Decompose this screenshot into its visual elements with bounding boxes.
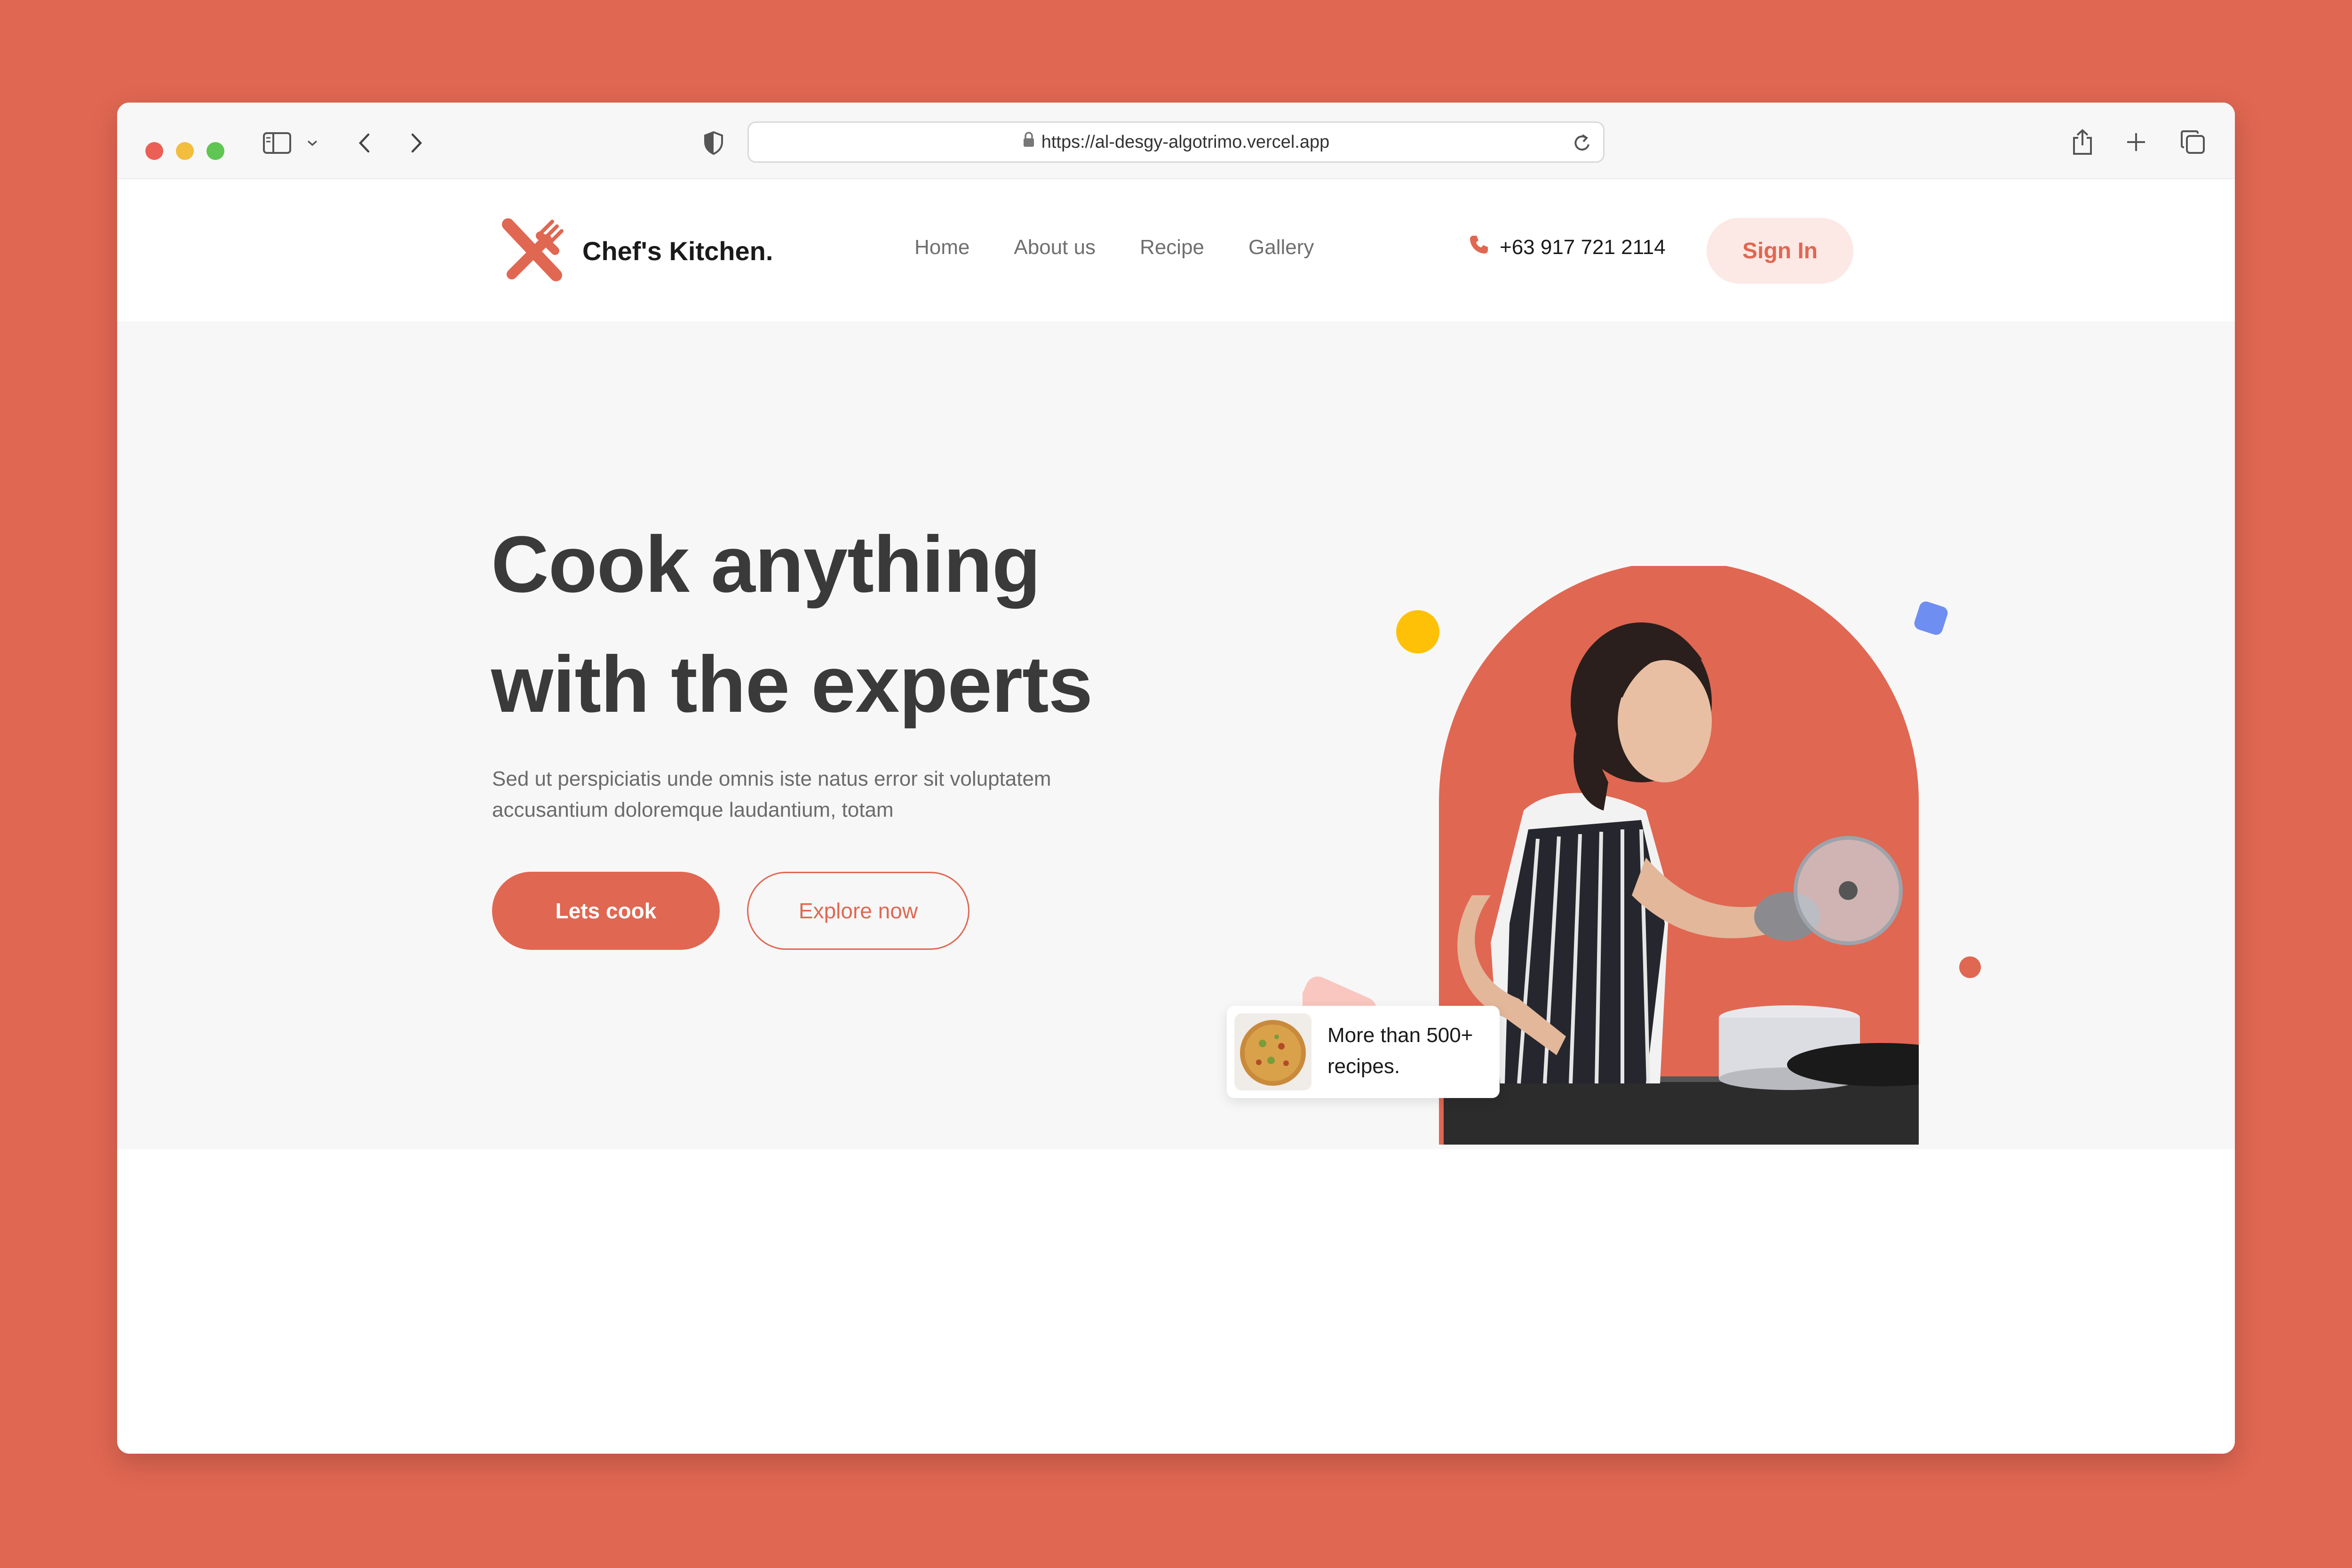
forward-icon[interactable] (405, 124, 429, 162)
sign-in-button[interactable]: Sign In (1707, 218, 1853, 284)
browser-toolbar: https://al-desgy-algotrimo.vercel.app (117, 103, 2235, 179)
main-nav: Home About us Recipe Gallery (914, 236, 1314, 259)
address-bar[interactable]: https://al-desgy-algotrimo.vercel.app (747, 121, 1605, 163)
hero-description: Sed ut perspiciatis unde omnis iste natu… (492, 764, 1160, 826)
hero-title: Cook anything with the experts (491, 505, 1197, 745)
url-text: https://al-desgy-algotrimo.vercel.app (1041, 132, 1330, 152)
browser-window: https://al-desgy-algotrimo.vercel.app Ch… (117, 103, 2235, 1454)
phone-icon (1469, 234, 1500, 260)
lets-cook-button[interactable]: Lets cook (492, 872, 720, 950)
brand-name: Chef's Kitchen. (582, 236, 773, 266)
nav-gallery[interactable]: Gallery (1248, 236, 1314, 259)
back-icon[interactable] (352, 124, 376, 162)
recipes-badge[interactable]: More than 500+ recipes. (1227, 1006, 1500, 1098)
hero-title-line2: with the experts (491, 640, 1093, 729)
reload-icon[interactable] (1573, 132, 1592, 158)
phone-number: +63 917 721 2114 (1500, 235, 1666, 259)
hero-section: Cook anything with the experts Sed ut pe… (117, 321, 2235, 1149)
close-window-button[interactable] (145, 142, 163, 160)
plus-icon[interactable] (2122, 123, 2150, 161)
blue-square (1914, 601, 1948, 635)
nav-recipe[interactable]: Recipe (1140, 236, 1204, 259)
fork-knife-icon (500, 217, 565, 285)
recipes-badge-line2: recipes. (1327, 1055, 1400, 1078)
maximize-window-button[interactable] (207, 142, 224, 160)
brand-logo[interactable]: Chef's Kitchen. (500, 217, 773, 285)
minimize-window-button[interactable] (176, 142, 194, 160)
red-dot (1959, 956, 1981, 978)
pizza-thumbnail (1234, 1013, 1311, 1090)
lock-icon (1023, 132, 1035, 152)
hero-description-line1: Sed ut perspiciatis unde omnis iste natu… (492, 767, 1051, 790)
phone-contact[interactable]: +63 917 721 2114 (1469, 234, 1666, 260)
nav-home[interactable]: Home (914, 236, 969, 259)
shield-icon[interactable] (699, 124, 728, 162)
explore-now-button[interactable]: Explore now (747, 872, 969, 950)
tabs-icon[interactable] (2177, 123, 2209, 161)
recipes-badge-text: More than 500+ recipes. (1327, 1020, 1492, 1082)
yellow-dot (1396, 610, 1439, 653)
share-icon[interactable] (2068, 123, 2097, 161)
recipes-badge-line1: More than 500+ (1327, 1024, 1473, 1047)
nav-about-us[interactable]: About us (1014, 236, 1096, 259)
hero-title-line1: Cook anything (491, 520, 1041, 609)
hero-description-line2: accusantium doloremque laudantium, totam (492, 798, 894, 821)
chevron-down-icon[interactable] (303, 124, 322, 162)
site-header: Chef's Kitchen. Home About us Recipe Gal… (117, 180, 2235, 321)
sidebar-icon[interactable] (261, 124, 294, 162)
